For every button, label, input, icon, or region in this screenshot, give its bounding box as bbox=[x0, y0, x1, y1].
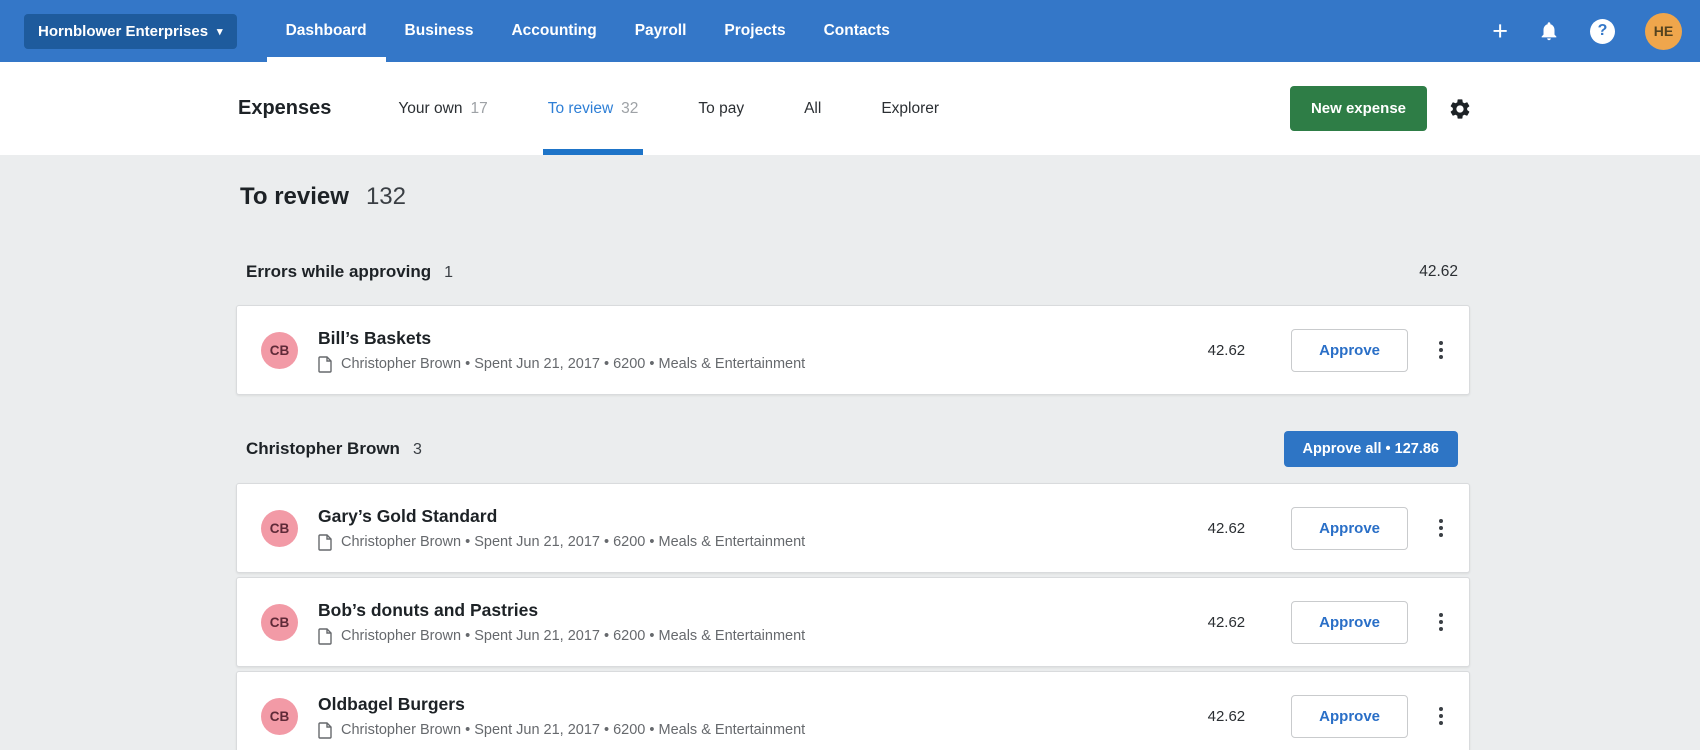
avatar: CB bbox=[261, 603, 298, 641]
expense-card[interactable]: CB Gary’s Gold Standard Christopher Brow… bbox=[236, 483, 1470, 573]
user-avatar[interactable]: HE bbox=[1645, 12, 1682, 50]
avatar: CB bbox=[261, 331, 298, 369]
expense-title: Bob’s donuts and Pastries bbox=[318, 599, 539, 620]
nav-item-payroll[interactable]: Payroll bbox=[616, 0, 706, 62]
expense-title: Bill’s Baskets bbox=[318, 327, 432, 348]
expense-amount: 42.62 bbox=[1207, 519, 1246, 537]
caret-down-icon: ▾ bbox=[217, 25, 223, 38]
expense-details: Christopher Brown • Spent Jun 21, 2017 •… bbox=[341, 628, 806, 644]
kebab-menu-icon[interactable] bbox=[1435, 607, 1447, 637]
nav-item-contacts[interactable]: Contacts bbox=[805, 0, 909, 62]
section-total: 42.62 bbox=[1419, 263, 1458, 280]
approve-all-button[interactable]: Approve all • 127.86 bbox=[1283, 431, 1458, 467]
expense-card[interactable]: CB Bill’s Baskets Christopher Brown • Sp… bbox=[236, 305, 1470, 395]
expense-amount: 42.62 bbox=[1207, 341, 1246, 359]
expense-info: Bob’s donuts and Pastries Christopher Br… bbox=[318, 600, 1208, 645]
add-icon[interactable]: + bbox=[1492, 17, 1508, 45]
expense-title: Gary’s Gold Standard bbox=[318, 505, 498, 526]
approve-button[interactable]: Approve bbox=[1291, 600, 1408, 644]
expenses-header: Expenses Your own 17 To review 32 To pay… bbox=[0, 62, 1700, 155]
section-count: 3 bbox=[412, 441, 422, 458]
top-navigation-bar: Hornblower Enterprises ▾ Dashboard Busin… bbox=[0, 0, 1700, 62]
tab-to-review[interactable]: To review 32 bbox=[542, 62, 644, 155]
page-title: Expenses bbox=[238, 97, 332, 119]
document-icon bbox=[318, 533, 332, 551]
approve-button[interactable]: Approve bbox=[1291, 328, 1408, 372]
expense-details: Christopher Brown • Spent Jun 21, 2017 •… bbox=[341, 356, 806, 372]
help-icon[interactable]: ? bbox=[1590, 18, 1615, 44]
review-heading-title: To review bbox=[240, 183, 349, 210]
main-nav: Dashboard Business Accounting Payroll Pr… bbox=[266, 0, 909, 62]
section-errors-while-approving: Errors while approving 1 42.62 CB Bill’s… bbox=[236, 255, 1470, 395]
tab-to-review-count: 32 bbox=[621, 99, 639, 117]
section-count: 1 bbox=[444, 264, 454, 281]
tab-your-own[interactable]: Your own 17 bbox=[393, 62, 492, 155]
expense-card[interactable]: CB Oldbagel Burgers Christopher Brown • … bbox=[236, 671, 1470, 750]
tab-your-own-count: 17 bbox=[470, 99, 488, 117]
nav-item-business[interactable]: Business bbox=[386, 0, 493, 62]
expense-details: Christopher Brown • Spent Jun 21, 2017 •… bbox=[341, 534, 806, 550]
expense-title: Oldbagel Burgers bbox=[318, 693, 465, 714]
nav-item-accounting[interactable]: Accounting bbox=[492, 0, 615, 62]
to-review-content: To review 132 Errors while approving 1 4… bbox=[0, 155, 1700, 750]
kebab-menu-icon[interactable] bbox=[1435, 335, 1447, 365]
kebab-menu-icon[interactable] bbox=[1435, 701, 1447, 731]
avatar: CB bbox=[261, 697, 298, 735]
organisation-menu-button[interactable]: Hornblower Enterprises ▾ bbox=[24, 13, 237, 49]
section-card-list: CB Gary’s Gold Standard Christopher Brow… bbox=[236, 483, 1470, 750]
expenses-tabs: Your own 17 To review 32 To pay All Expl… bbox=[393, 62, 994, 155]
kebab-menu-icon[interactable] bbox=[1435, 513, 1447, 543]
expense-info: Gary’s Gold Standard Christopher Brown •… bbox=[318, 506, 1208, 551]
review-heading: To review 132 bbox=[236, 183, 1470, 211]
expense-info: Oldbagel Burgers Christopher Brown • Spe… bbox=[318, 694, 1208, 739]
new-expense-button[interactable]: New expense bbox=[1289, 86, 1427, 131]
section-card-list: CB Bill’s Baskets Christopher Brown • Sp… bbox=[236, 305, 1470, 395]
avatar: CB bbox=[261, 509, 298, 547]
document-icon bbox=[318, 355, 332, 373]
approve-button[interactable]: Approve bbox=[1291, 506, 1408, 550]
document-icon bbox=[318, 721, 332, 739]
section-title: Errors while approving bbox=[246, 262, 432, 281]
expense-card[interactable]: CB Bob’s donuts and Pastries Christopher… bbox=[236, 577, 1470, 667]
tab-explorer[interactable]: Explorer bbox=[876, 62, 944, 155]
document-icon bbox=[318, 627, 332, 645]
tab-all[interactable]: All bbox=[799, 62, 826, 155]
expense-info: Bill’s Baskets Christopher Brown • Spent… bbox=[318, 328, 1208, 373]
notifications-bell-icon[interactable] bbox=[1538, 20, 1560, 42]
organisation-name: Hornblower Enterprises bbox=[38, 22, 209, 40]
nav-item-projects[interactable]: Projects bbox=[705, 0, 804, 62]
expense-amount: 42.62 bbox=[1207, 707, 1246, 725]
settings-gear-icon[interactable] bbox=[1448, 97, 1472, 121]
tab-to-pay[interactable]: To pay bbox=[693, 62, 749, 155]
section-title: Christopher Brown bbox=[246, 439, 400, 458]
expense-amount: 42.62 bbox=[1207, 613, 1246, 631]
approve-button[interactable]: Approve bbox=[1291, 694, 1408, 738]
nav-item-dashboard[interactable]: Dashboard bbox=[266, 0, 386, 62]
review-heading-count: 132 bbox=[365, 183, 406, 210]
section-christopher-brown: Christopher Brown 3 Approve all • 127.86… bbox=[236, 431, 1470, 750]
nav-actions: + ? HE bbox=[1492, 0, 1682, 62]
expense-details: Christopher Brown • Spent Jun 21, 2017 •… bbox=[341, 722, 806, 738]
